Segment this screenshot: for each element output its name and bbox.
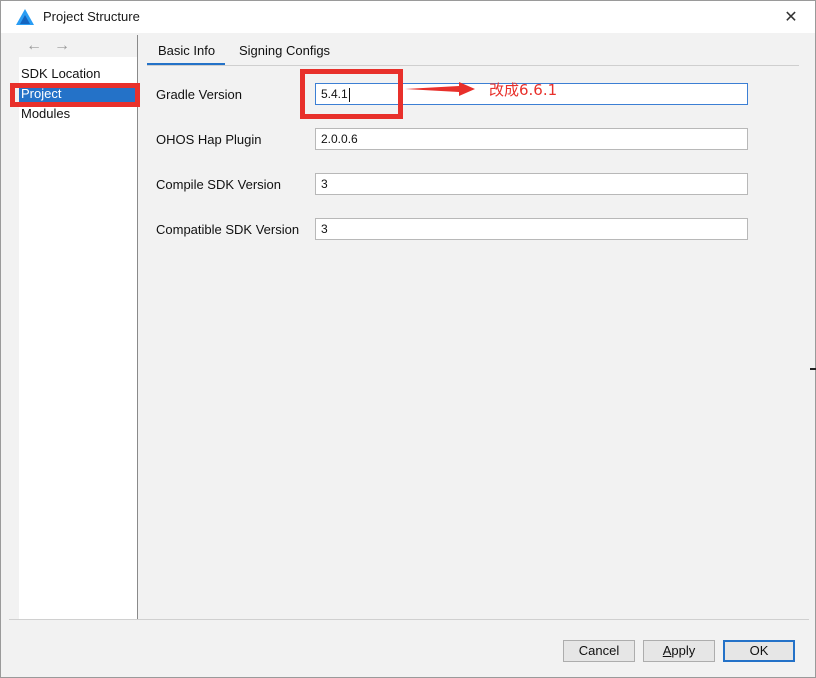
- ok-button[interactable]: OK: [723, 640, 795, 662]
- nav-item-sdk-location[interactable]: SDK Location: [19, 65, 137, 83]
- nav-item-project[interactable]: Project: [19, 85, 137, 103]
- title-bar: Project Structure ✕: [1, 1, 815, 33]
- app-logo-icon: [16, 9, 34, 25]
- tab-basic-info[interactable]: Basic Info: [158, 43, 215, 58]
- footer-separator: [9, 619, 809, 620]
- gradle-version-value: 5.4.1: [321, 87, 348, 101]
- ohos-hap-plugin-label: OHOS Hap Plugin: [156, 132, 262, 147]
- forward-arrow-icon[interactable]: →: [53, 37, 71, 55]
- compile-sdk-version-label: Compile SDK Version: [156, 177, 281, 192]
- cancel-button[interactable]: Cancel: [563, 640, 635, 662]
- ohos-hap-plugin-input[interactable]: 2.0.0.6: [315, 128, 748, 150]
- window-title: Project Structure: [43, 9, 140, 24]
- close-icon[interactable]: ✕: [777, 5, 805, 29]
- nav-history: ← →: [19, 35, 137, 57]
- nav-item-modules[interactable]: Modules: [19, 105, 137, 123]
- tab-signing-configs[interactable]: Signing Configs: [239, 43, 330, 58]
- compile-sdk-version-input[interactable]: 3: [315, 173, 748, 195]
- apply-button[interactable]: Apply: [643, 640, 715, 662]
- annotation-note: 改成6.6.1: [489, 81, 558, 99]
- background-line: [810, 368, 816, 370]
- tab-separator: [147, 65, 799, 66]
- text-caret: [348, 87, 350, 102]
- gradle-version-label: Gradle Version: [156, 87, 242, 102]
- project-structure-dialog: Project Structure ✕ ← → SDK Location Pro…: [0, 0, 816, 678]
- left-nav-panel: ← → SDK Location Project Modules: [19, 35, 138, 619]
- compatible-sdk-version-input[interactable]: 3: [315, 218, 748, 240]
- back-arrow-icon[interactable]: ←: [25, 37, 43, 55]
- apply-label-rest: pply: [671, 643, 696, 658]
- compatible-sdk-version-label: Compatible SDK Version: [156, 222, 300, 237]
